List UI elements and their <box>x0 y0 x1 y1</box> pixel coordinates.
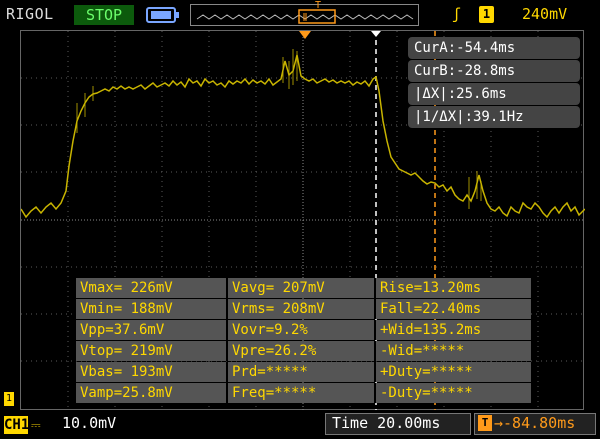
measurement-cell: Vmax= 226mV <box>76 278 228 298</box>
measurement-table: Vmax= 226mV Vavg= 207mV Rise=13.20ms Vmi… <box>76 278 531 404</box>
measurement-row: Vamp=25.8mV Freq=***** -Duty=***** <box>76 383 531 403</box>
measurement-row: Vbas= 193mV Prd=***** +Duty=***** <box>76 362 531 382</box>
trigger-position-marker-icon <box>299 31 311 39</box>
measurement-cell: -Wid=***** <box>376 341 531 361</box>
cursor-b-readout: CurB:-28.8ms <box>408 60 580 82</box>
measurement-cell: Vbas= 193mV <box>76 362 228 382</box>
measurement-cell: Vavg= 207mV <box>228 278 376 298</box>
measurement-row: Vmax= 226mV Vavg= 207mV Rise=13.20ms <box>76 278 531 298</box>
measurement-cell: Fall=22.40ms <box>376 299 531 319</box>
measurement-cell: Vmin= 188mV <box>76 299 228 319</box>
rising-edge-trigger-icon: ʃ <box>452 5 462 23</box>
trigger-delay-value: →-84.80ms <box>494 414 576 432</box>
measurement-cell: Rise=13.20ms <box>376 278 531 298</box>
measurement-cell: Freq=***** <box>228 383 376 403</box>
measurement-cell: Vovr=9.2% <box>228 320 376 340</box>
trigger-delay-icon: T <box>478 415 492 431</box>
dc-coupling-icon: ⎓ <box>31 418 41 432</box>
battery-tip <box>176 12 179 18</box>
trigger-level-value: 240mV <box>522 5 568 23</box>
horizontal-timebase: Time 20.00ms <box>332 414 441 432</box>
trigger-source-badge: 1 <box>479 6 494 23</box>
cursor-inverse-delta-x-readout: |1/ΔX|:39.1Hz <box>408 106 580 128</box>
cursor-a-readout: CurA:-54.4ms <box>408 37 580 59</box>
measurement-cell: Vamp=25.8mV <box>76 383 228 403</box>
run-stop-status[interactable]: STOP <box>74 5 134 25</box>
measurement-row: Vpp=37.6mV Vovr=9.2% +Wid=135.2ms <box>76 320 531 340</box>
cursor-a-marker-icon <box>371 31 381 37</box>
channel1-ground-marker-icon[interactable]: 1 <box>4 392 14 406</box>
brand-logo: RIGOL <box>6 5 54 23</box>
measurement-cell: Vpre=26.2% <box>228 341 376 361</box>
memory-waveform-preview <box>196 9 414 24</box>
channel1-vertical-scale[interactable]: 10.0mV <box>62 414 116 432</box>
measurement-cell: Vpp=37.6mV <box>76 320 228 340</box>
cursor-readout-panel: CurA:-54.4ms CurB:-28.8ms |ΔX|:25.6ms |1… <box>408 37 584 129</box>
channel1-label[interactable]: CH1 <box>4 416 29 434</box>
measurement-row: Vtop= 219mV Vpre=26.2% -Wid=***** <box>76 341 531 361</box>
memory-depth-overview <box>190 4 419 26</box>
battery-icon <box>146 7 176 23</box>
memory-position-marker-icon: T <box>314 0 322 11</box>
trigger-info-box[interactable] <box>440 2 600 28</box>
measurement-cell: Prd=***** <box>228 362 376 382</box>
measurement-row: Vmin= 188mV Vrms= 208mV Fall=22.40ms <box>76 299 531 319</box>
measurement-cell: Vrms= 208mV <box>228 299 376 319</box>
measurement-cell: -Duty=***** <box>376 383 531 403</box>
measurement-cell: Vtop= 219mV <box>76 341 228 361</box>
measurement-cell: +Duty=***** <box>376 362 531 382</box>
cursor-delta-x-readout: |ΔX|:25.6ms <box>408 83 580 105</box>
measurement-cell: +Wid=135.2ms <box>376 320 531 340</box>
